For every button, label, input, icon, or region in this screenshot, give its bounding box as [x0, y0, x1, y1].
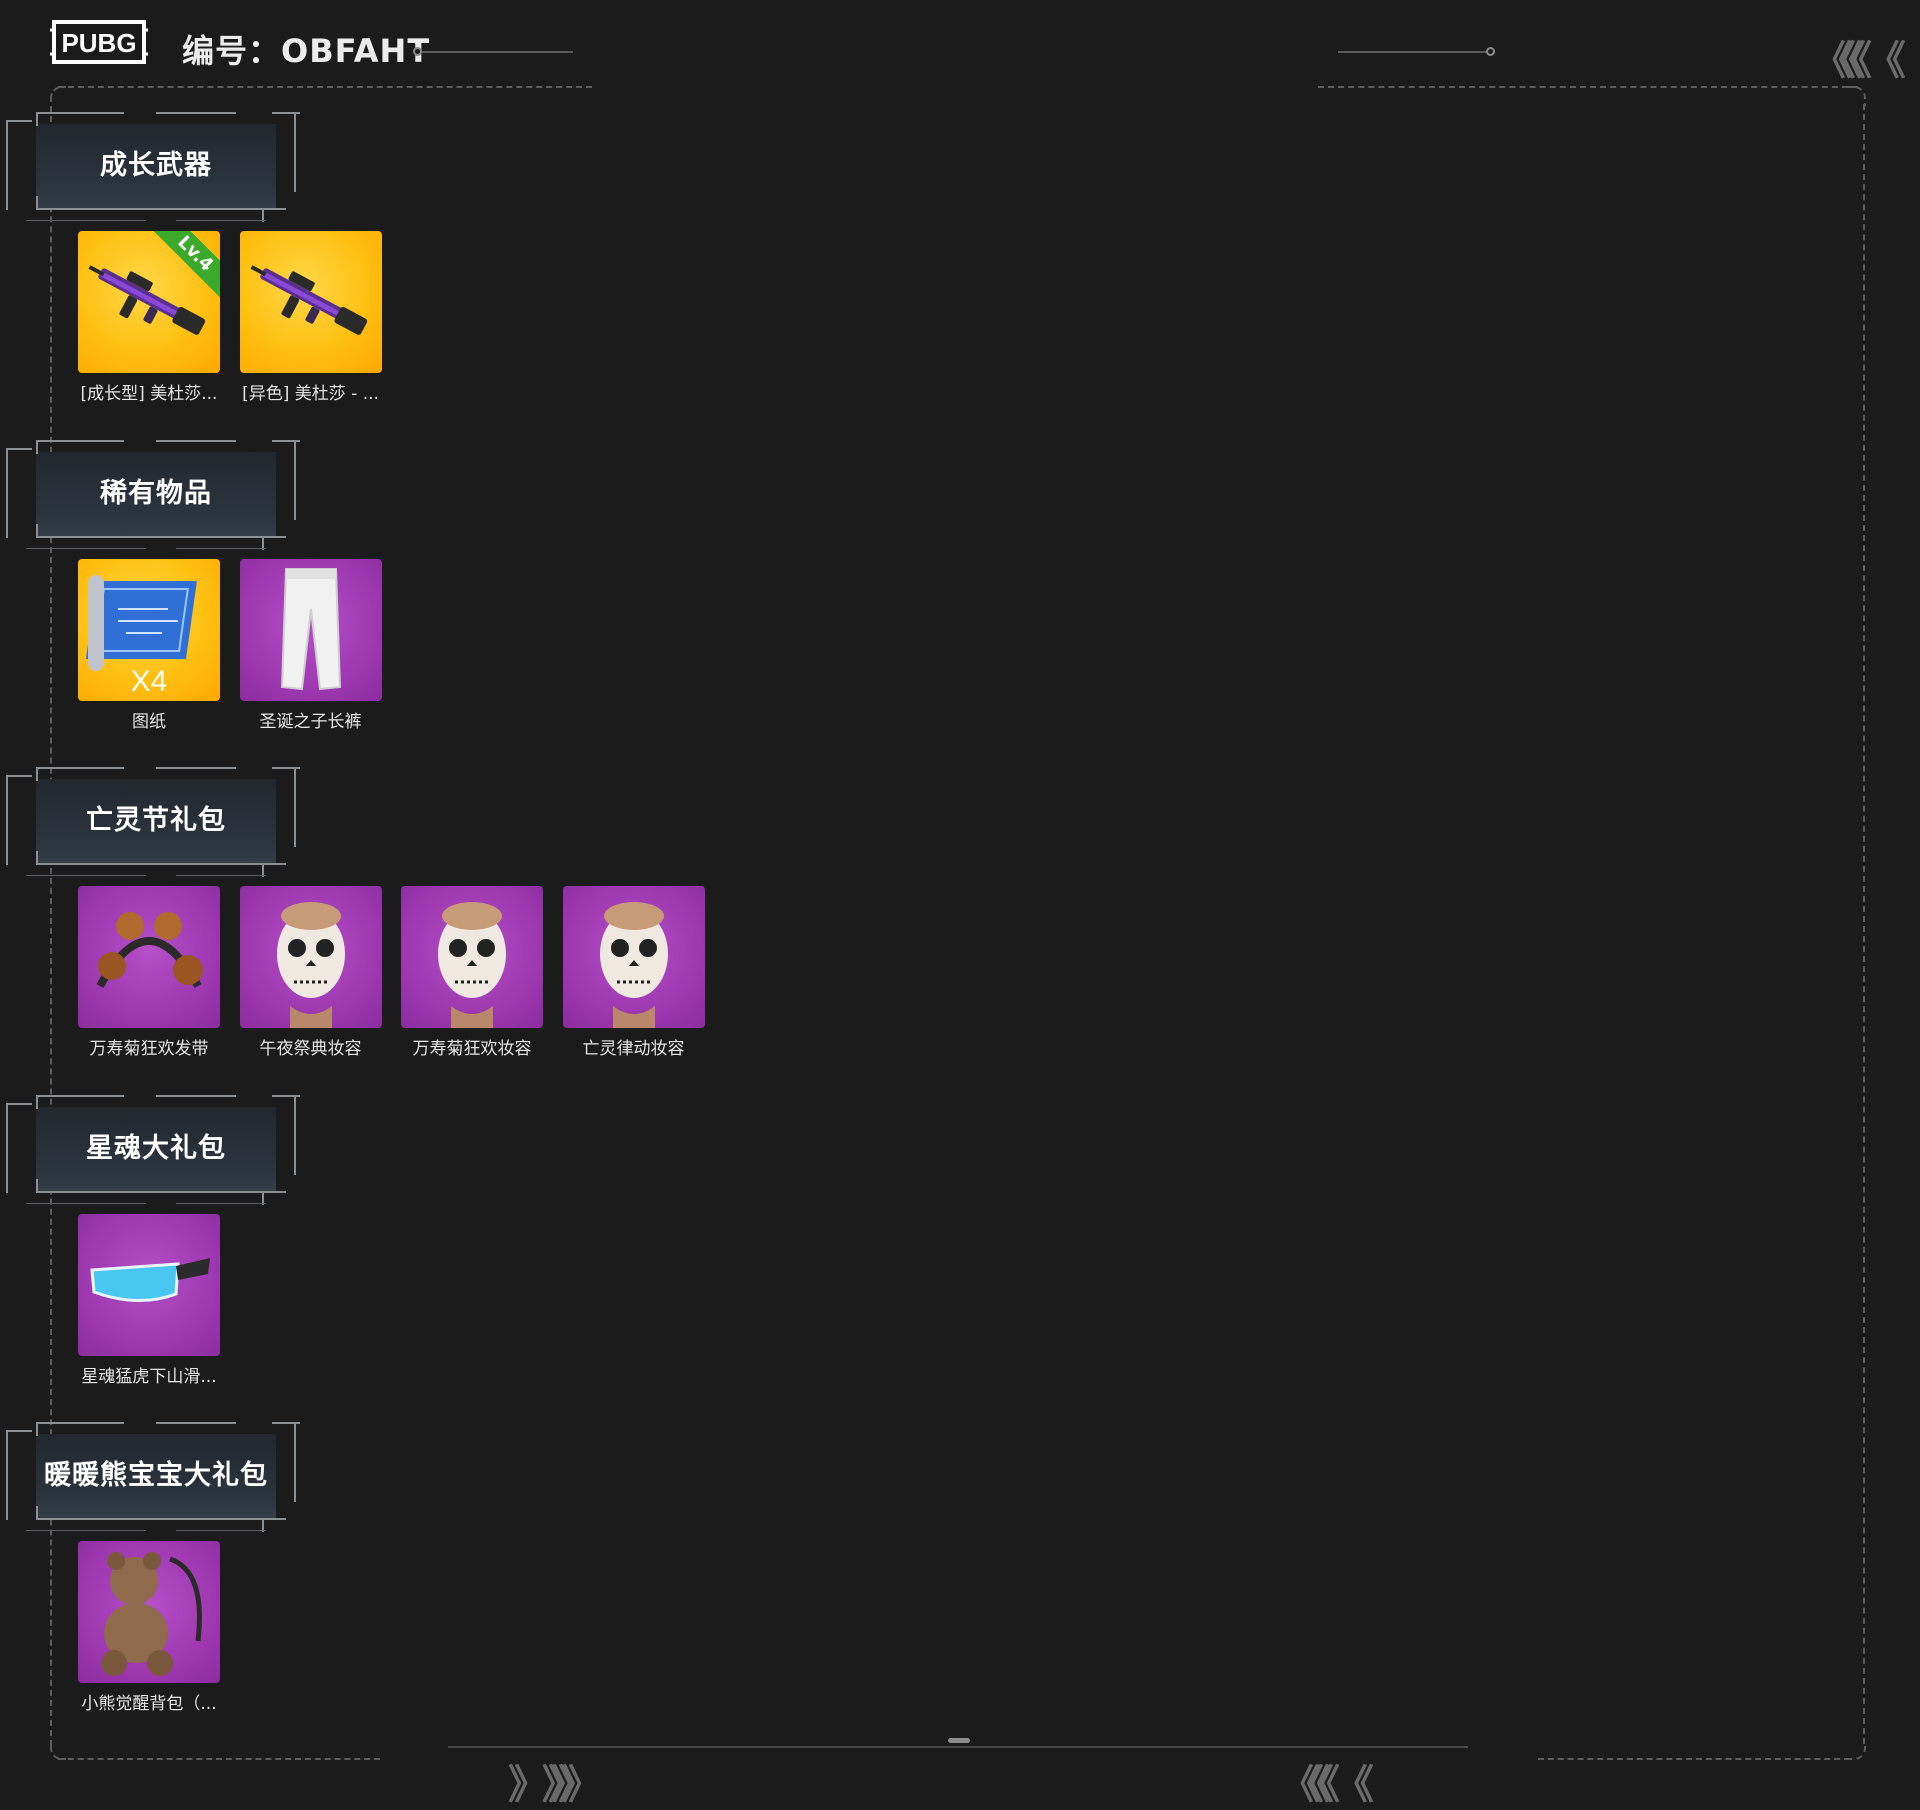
chevrons-left-icon: 《《《 《 [1812, 38, 1906, 84]
item-name: 万寿菊狂欢发带 [89, 1039, 209, 1059]
section-header: 暖暖熊宝宝大礼包 [6, 1422, 300, 1537]
section-title: 星魂大礼包 [86, 1133, 226, 1164]
item-thumbnail[interactable] [239, 231, 382, 373]
item-thumbnail[interactable] [78, 886, 220, 1028]
chevrons-left-icon: 《《《 《 [1280, 1762, 1374, 1808]
item-name: [成长型] 美杜莎... [80, 384, 218, 404]
reward-item[interactable]: 星魂猛虎下山滑... [78, 1214, 220, 1387]
reward-item[interactable]: 圣诞之子长裤 [239, 559, 382, 732]
frame-corner [1848, 1742, 1866, 1760]
reward-item[interactable]: 万寿菊狂欢妆容 [401, 886, 543, 1059]
header-line-dot [413, 47, 422, 56]
section-header: 成长武器 [6, 112, 300, 227]
section-title: 成长武器 [100, 150, 212, 181]
section-title: 暖暖熊宝宝大礼包 [44, 1460, 268, 1491]
header-line-right [1338, 51, 1486, 53]
item-thumbnail[interactable]: X4 [78, 559, 220, 701]
reward-item[interactable]: Lv.4 [成长型] 美杜莎... [78, 231, 220, 404]
section-header: 稀有物品 [6, 440, 300, 555]
reward-item[interactable]: 亡灵律动妆容 [562, 886, 705, 1059]
reward-item[interactable]: 万寿菊狂欢发带 [78, 886, 220, 1059]
item-thumbnail[interactable] [562, 886, 705, 1028]
item-name: 亡灵律动妆容 [582, 1039, 685, 1059]
item-thumbnail[interactable] [78, 1214, 220, 1356]
frame-corner [1846, 86, 1866, 106]
frame-top-right [1318, 86, 1858, 88]
item-thumbnail[interactable] [239, 559, 382, 701]
logo-text: PUBG [61, 28, 136, 58]
item-thumbnail[interactable] [401, 886, 543, 1028]
item-name: [异色] 美杜莎 - ... [242, 384, 379, 404]
frame-right [1863, 104, 1865, 1744]
reward-item[interactable]: 小熊觉醒背包（... [78, 1541, 220, 1714]
frame-top-left [58, 86, 592, 88]
player-code: 编号：OBFAHT [182, 32, 431, 70]
item-name: 小熊觉醒背包（... [81, 1694, 217, 1714]
section-title: 亡灵节礼包 [86, 805, 226, 836]
reward-item[interactable]: [异色] 美杜莎 - ... [239, 231, 382, 404]
frame-bottom-right [1538, 1758, 1850, 1760]
frame-corner [50, 86, 66, 102]
item-thumbnail[interactable]: Lv.4 [78, 231, 220, 373]
bottom-bar-line [448, 1746, 1468, 1748]
header-line-left [422, 51, 573, 53]
frame-corner [50, 1742, 66, 1760]
item-name: 圣诞之子长裤 [259, 712, 362, 732]
item-thumbnail[interactable] [239, 886, 382, 1028]
reward-item[interactable]: X4 图纸 [78, 559, 220, 732]
item-name: 图纸 [132, 712, 166, 732]
section-title: 稀有物品 [100, 478, 212, 509]
section-header: 亡灵节礼包 [6, 767, 300, 882]
pubg-logo: PUBG [50, 16, 148, 68]
header-line-dot [1486, 47, 1495, 56]
item-name: 午夜祭典妆容 [259, 1039, 362, 1059]
reward-item[interactable]: 午夜祭典妆容 [239, 886, 382, 1059]
scroll-handle[interactable] [948, 1738, 970, 1743]
frame-bottom-left [58, 1758, 380, 1760]
section-header: 星魂大礼包 [6, 1095, 300, 1210]
item-thumbnail[interactable] [78, 1541, 220, 1683]
item-name: 星魂猛虎下山滑... [81, 1367, 217, 1387]
quantity-label: X4 [130, 665, 168, 698]
chevrons-right-icon: 》 》》》 [508, 1762, 602, 1808]
item-name: 万寿菊狂欢妆容 [412, 1039, 532, 1059]
